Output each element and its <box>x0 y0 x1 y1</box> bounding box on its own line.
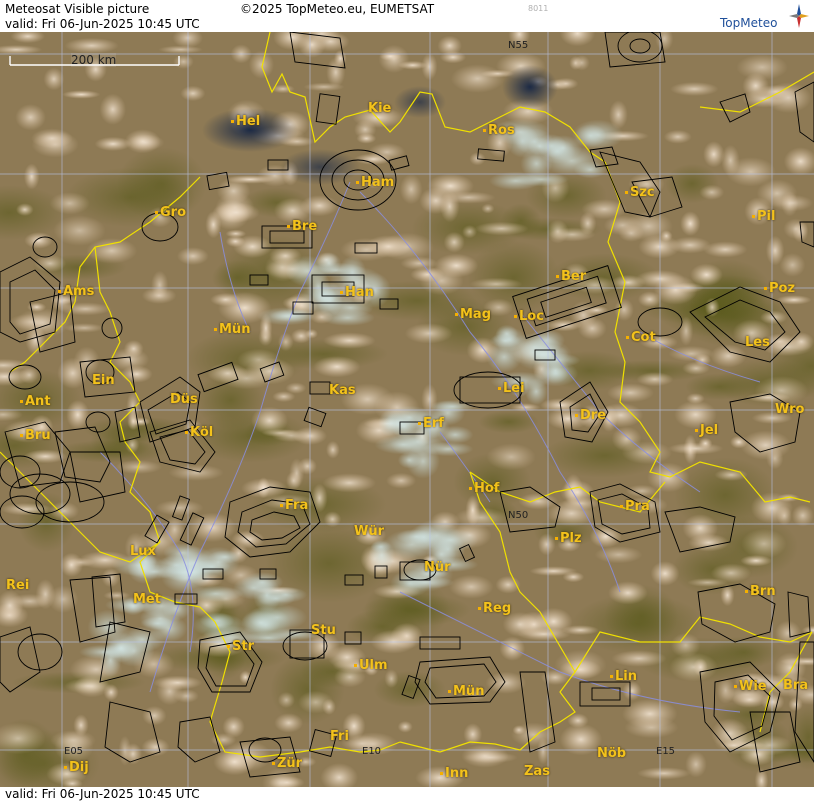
copyright: ©2025 TopMeteo.eu, EUMETSAT <box>240 2 435 16</box>
city-label[interactable]: Fra <box>280 499 308 513</box>
city-label[interactable]: Str <box>227 640 254 654</box>
image-code: 8011 <box>528 4 549 13</box>
city-label[interactable]: Jel <box>695 424 718 438</box>
compass-star-icon <box>789 4 809 28</box>
city-label[interactable]: Les <box>745 336 770 350</box>
city-label[interactable]: Lei <box>498 382 525 396</box>
city-label[interactable]: Plz <box>555 532 582 546</box>
city-label[interactable]: Erf <box>418 417 444 431</box>
city-label[interactable]: Bra <box>783 679 808 693</box>
city-label[interactable]: Düs <box>170 393 198 407</box>
city-label[interactable]: Kas <box>329 384 356 398</box>
city-label[interactable]: Gro <box>155 206 186 220</box>
city-label[interactable]: Poz <box>764 282 795 296</box>
city-label[interactable]: Zür <box>272 757 302 771</box>
city-label[interactable]: Reg <box>478 602 511 616</box>
city-label[interactable]: Inn <box>440 767 468 781</box>
city-label[interactable]: Lin <box>610 670 637 684</box>
grid-label-n50: N50 <box>508 510 529 521</box>
city-label[interactable]: Hof <box>469 482 499 496</box>
city-label[interactable]: Wie <box>734 680 767 694</box>
city-label[interactable]: Bru <box>20 429 51 443</box>
city-label[interactable]: Ein <box>92 374 115 388</box>
city-label[interactable]: Fri <box>330 730 349 744</box>
city-label[interactable]: Ros <box>483 124 515 138</box>
city-label[interactable]: Nür <box>424 561 451 575</box>
city-label[interactable]: Köl <box>185 426 213 440</box>
product-title: Meteosat Visible picture <box>5 2 150 16</box>
city-label[interactable]: Met <box>133 593 161 607</box>
scale-bar: 200 km <box>9 53 180 67</box>
city-label[interactable]: Lux <box>130 545 156 559</box>
city-label[interactable]: Brn <box>745 585 776 599</box>
city-label[interactable]: Hel <box>231 115 260 129</box>
satellite-map-page: Meteosat Visible picture valid: Fri 06-J… <box>0 0 814 801</box>
city-label[interactable]: Stu <box>311 624 336 638</box>
satellite-image[interactable]: 200 km N55 N50 E05 E10 E15 Hel Kie Ros H… <box>0 32 814 787</box>
city-label[interactable]: Wür <box>354 525 384 539</box>
city-label[interactable]: Dij <box>64 761 89 775</box>
city-label[interactable]: Rei <box>6 579 29 593</box>
city-label[interactable]: Pil <box>752 210 775 224</box>
city-label[interactable]: Loc <box>514 310 544 324</box>
city-label[interactable]: Zas <box>524 765 550 779</box>
logo-text: TopMeteo <box>720 16 778 30</box>
city-label[interactable]: Bre <box>287 220 317 234</box>
grid-label-e15: E15 <box>656 746 676 757</box>
city-label[interactable]: Ulm <box>354 659 388 673</box>
city-label[interactable]: Dre <box>575 409 606 423</box>
map-drawing <box>0 32 814 787</box>
city-label[interactable]: Mün <box>214 323 250 337</box>
city-label[interactable]: Wro <box>775 403 804 417</box>
city-label[interactable]: Cot <box>626 331 656 345</box>
city-label[interactable]: Ham <box>356 176 394 190</box>
city-label[interactable]: Ams <box>58 285 94 299</box>
city-label[interactable]: Han <box>340 286 374 300</box>
scale-label: 200 km <box>71 53 117 67</box>
city-label[interactable]: Mag <box>455 308 491 322</box>
header-bar: Meteosat Visible picture valid: Fri 06-J… <box>0 0 814 32</box>
city-label[interactable]: Kie <box>368 102 391 116</box>
city-label[interactable]: Ant <box>20 395 51 409</box>
valid-time-top: valid: Fri 06-Jun-2025 10:45 UTC <box>5 17 200 31</box>
grid-label-e10: E10 <box>362 746 382 757</box>
city-label[interactable]: Nöb <box>597 747 626 761</box>
city-label[interactable]: Pra <box>620 500 650 514</box>
valid-time-bottom: valid: Fri 06-Jun-2025 10:45 UTC <box>5 787 200 801</box>
grid-label-e05: E05 <box>64 746 84 757</box>
footer-bar: valid: Fri 06-Jun-2025 10:45 UTC <box>0 787 814 801</box>
city-label[interactable]: Ber <box>556 270 586 284</box>
city-label[interactable]: Mün <box>448 685 484 699</box>
grid-label-n55: N55 <box>508 40 529 51</box>
city-label[interactable]: Szc <box>625 186 655 200</box>
